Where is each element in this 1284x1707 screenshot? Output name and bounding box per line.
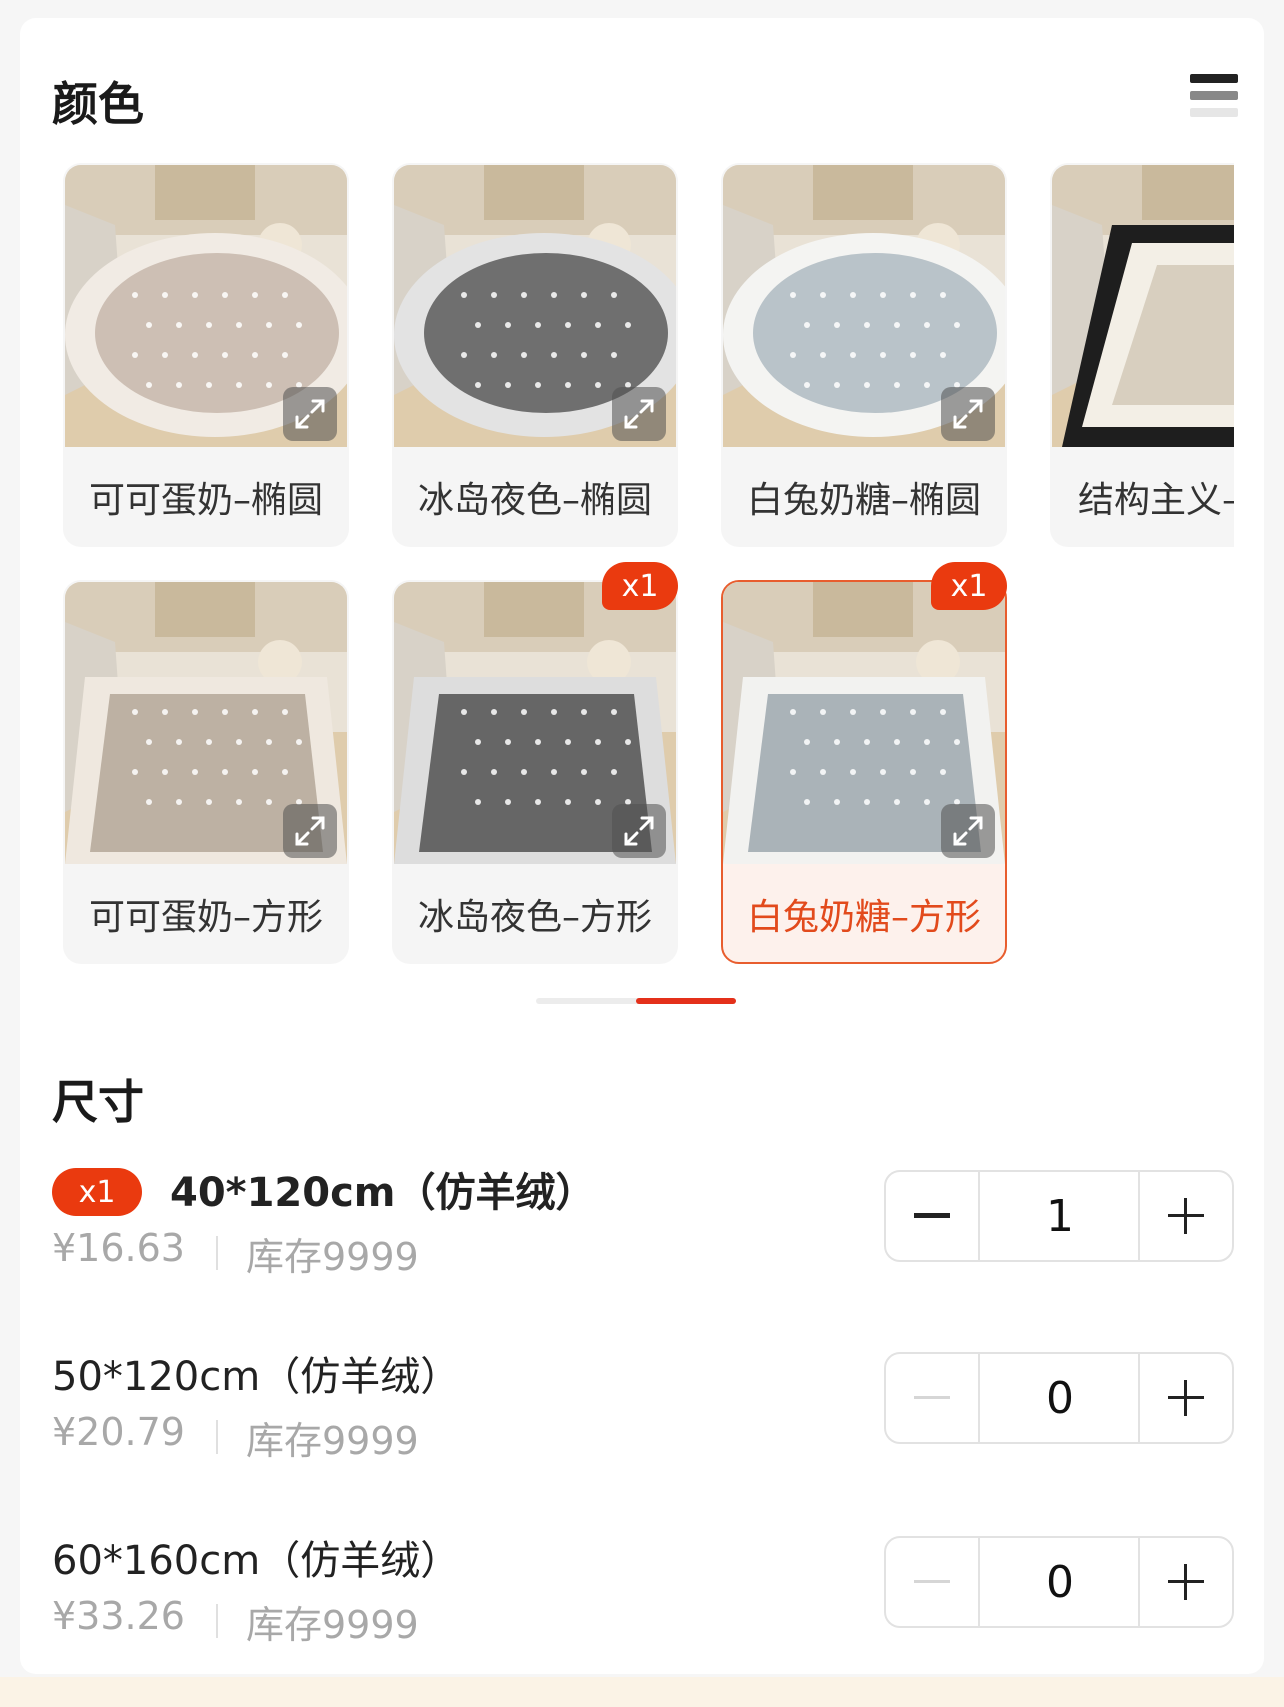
divider (216, 1236, 218, 1270)
bottom-bar-edge (0, 1677, 1284, 1707)
color-option-image (1052, 165, 1234, 447)
expand-icon[interactable] (612, 804, 666, 858)
increase-button[interactable] (1138, 1354, 1232, 1442)
color-option-card[interactable]: 白兔奶糖–椭圆 (721, 163, 1007, 547)
increase-button[interactable] (1138, 1538, 1232, 1626)
color-option-label: 结构主义– (1078, 480, 1234, 521)
quantity-stepper: 0 (884, 1536, 1234, 1628)
quantity-value[interactable]: 0 (982, 1538, 1138, 1626)
color-option-card[interactable]: 冰岛夜色–方形 (392, 580, 678, 964)
expand-icon[interactable] (941, 387, 995, 441)
quantity-value[interactable]: 0 (982, 1354, 1138, 1442)
color-option-card[interactable]: 可可蛋奶–椭圆 (63, 163, 349, 547)
color-option-card[interactable]: 结构主义– (1050, 163, 1234, 547)
color-option-label: 白兔奶糖–椭圆 (746, 480, 981, 521)
size-section-title: 尺寸 (52, 1075, 144, 1129)
color-section-title: 颜色 (52, 77, 144, 131)
size-option-stock: 库存9999 (246, 1235, 419, 1279)
plus-icon (1168, 1198, 1204, 1234)
color-option-label: 冰岛夜色–椭圆 (417, 480, 652, 521)
plus-icon (1168, 1564, 1204, 1600)
color-option-label: 可可蛋奶–椭圆 (88, 480, 323, 521)
selected-count-badge: x1 (602, 562, 678, 610)
quantity-stepper: 0 (884, 1352, 1234, 1444)
selected-count-badge: x1 (52, 1168, 142, 1216)
size-option-name: 60*160cm（仿羊绒） (52, 1538, 461, 1584)
color-options-carousel[interactable]: 可可蛋奶–椭圆 冰岛夜色–椭圆 白兔奶糖–椭圆 结构主义– 可可蛋奶–方形 冰岛… (0, 160, 1234, 970)
color-option-label: 可可蛋奶–方形 (88, 897, 323, 938)
quantity-value[interactable]: 1 (982, 1172, 1138, 1260)
plus-icon (1168, 1380, 1204, 1416)
decrease-button-disabled[interactable] (886, 1538, 980, 1626)
minus-icon (914, 1213, 950, 1218)
minus-icon (914, 1580, 950, 1583)
expand-icon[interactable] (283, 387, 337, 441)
size-option-stock: 库存9999 (246, 1603, 419, 1647)
divider (216, 1604, 218, 1638)
color-option-card[interactable]: 可可蛋奶–方形 (63, 580, 349, 964)
size-option-row: x1 40*120cm（仿羊绒） ¥16.63 库存9999 1 (0, 1160, 1284, 1300)
size-option-name: 50*120cm（仿羊绒） (52, 1354, 461, 1400)
size-option-row: 50*120cm（仿羊绒） ¥20.79 库存9999 0 (0, 1344, 1284, 1484)
selected-count-badge: x1 (931, 562, 1007, 610)
size-option-stock: 库存9999 (246, 1419, 419, 1463)
color-option-label: 白兔奶糖–方形 (746, 897, 981, 938)
size-option-price: ¥33.26 (52, 1594, 185, 1638)
list-view-toggle-icon[interactable] (1190, 74, 1240, 124)
size-option-row: 60*160cm（仿羊绒） ¥33.26 库存9999 0 (0, 1528, 1284, 1668)
color-option-card-selected[interactable]: 白兔奶糖–方形 (721, 580, 1007, 964)
expand-icon[interactable] (283, 804, 337, 858)
expand-icon[interactable] (612, 387, 666, 441)
decrease-button-disabled[interactable] (886, 1354, 980, 1442)
size-option-price: ¥16.63 (52, 1226, 185, 1270)
minus-icon (914, 1396, 950, 1399)
increase-button[interactable] (1138, 1172, 1232, 1260)
divider (216, 1420, 218, 1454)
color-option-card[interactable]: 冰岛夜色–椭圆 (392, 163, 678, 547)
carousel-scroll-indicator-active (636, 998, 736, 1004)
expand-icon[interactable] (941, 804, 995, 858)
size-option-name: 40*120cm（仿羊绒） (170, 1170, 596, 1216)
decrease-button[interactable] (886, 1172, 980, 1260)
color-option-label: 冰岛夜色–方形 (417, 897, 652, 938)
size-option-price: ¥20.79 (52, 1410, 185, 1454)
quantity-stepper: 1 (884, 1170, 1234, 1262)
